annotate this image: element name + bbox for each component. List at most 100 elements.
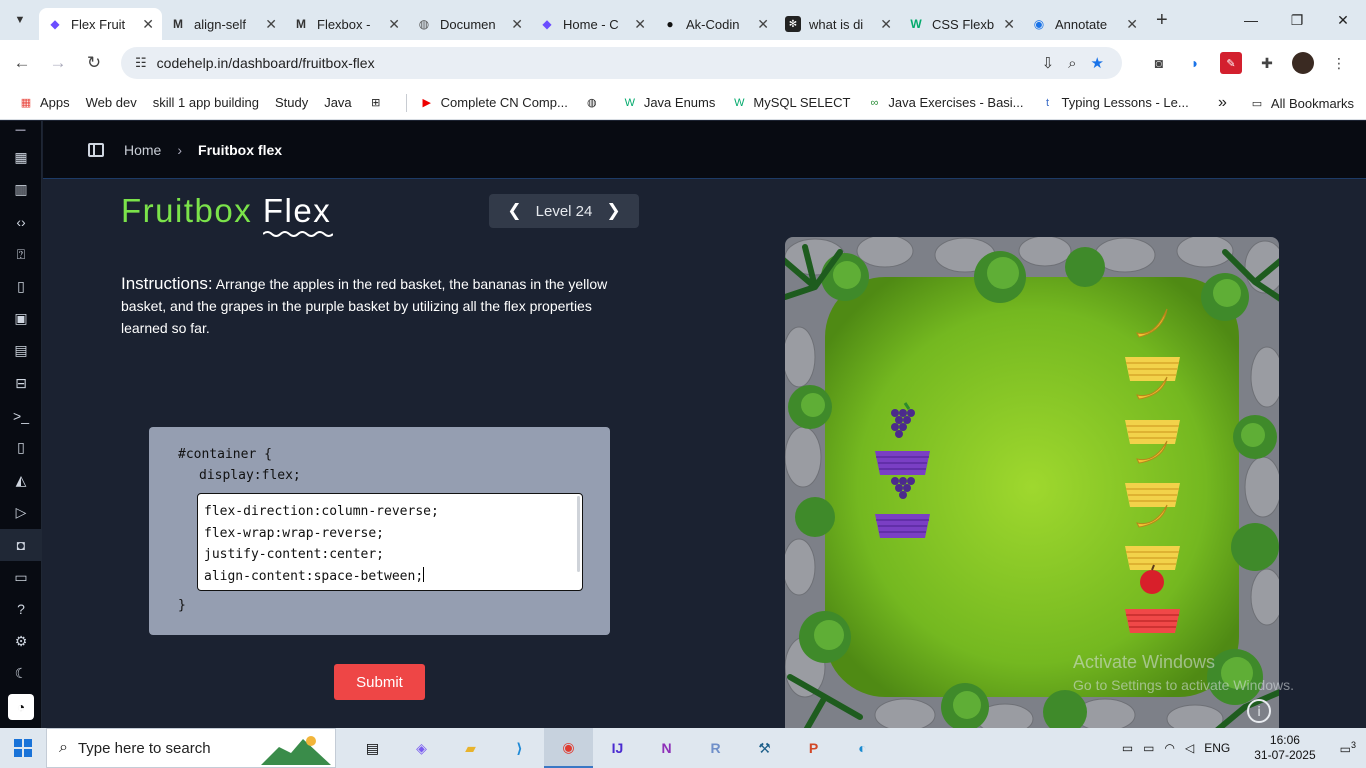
bookmark-folder[interactable]: Java [324, 95, 351, 110]
vscode-icon[interactable]: ⟩ [495, 728, 544, 768]
audio-extension-icon[interactable]: ◗ [1184, 52, 1206, 74]
bookmark-link[interactable]: ◍ [584, 95, 606, 111]
menu-kebab-icon[interactable]: ⋮ [1328, 52, 1350, 74]
task-view-icon[interactable]: ▤ [348, 728, 397, 768]
tab-3[interactable]: ◍ Documen ✕ [408, 8, 531, 40]
bookmark-link[interactable]: W MySQL SELECT [731, 95, 850, 111]
onenote-icon[interactable]: N [642, 728, 691, 768]
code-icon[interactable]: ‹› [0, 206, 42, 238]
video-icon[interactable]: ▷ [0, 496, 42, 528]
book-icon[interactable]: ⊟ [0, 367, 42, 399]
quiz-icon[interactable]: ⍰ [0, 238, 42, 270]
intellij-icon[interactable]: IJ [593, 728, 642, 768]
restore-button[interactable]: ❐ [1274, 0, 1320, 40]
mysql-workbench-icon[interactable]: ⚒ [740, 728, 789, 768]
library-icon[interactable]: ▥ [0, 173, 42, 205]
address-bar[interactable]: ☷ codehelp.in/dashboard/fruitbox-flex ⇩ … [121, 47, 1122, 79]
profile-avatar[interactable] [1292, 52, 1314, 74]
language-indicator[interactable]: ENG [1204, 741, 1230, 755]
close-icon[interactable]: ✕ [265, 16, 277, 33]
tab-search-button[interactable]: ▼ [7, 7, 33, 33]
gamepad-icon[interactable]: ◘ [0, 528, 42, 561]
previous-level-button[interactable]: ❮ [507, 201, 521, 221]
wifi-icon[interactable]: ◠ [1165, 741, 1175, 755]
close-icon[interactable]: ✕ [1126, 16, 1138, 33]
file-explorer-icon[interactable]: ▰ [446, 728, 495, 768]
bookmark-tiles[interactable]: ⊞ [368, 95, 390, 111]
battery-icon[interactable]: ▭ [1143, 741, 1154, 755]
install-app-icon[interactable]: ⇩ [1042, 54, 1055, 72]
bookmark-apps[interactable]: ▦ Apps [18, 95, 70, 111]
briefcase-icon[interactable]: ▣ [0, 302, 42, 334]
minimize-button[interactable]: — [1228, 0, 1274, 40]
tab-5[interactable]: ● Ak-Codin ✕ [654, 8, 777, 40]
tab-8[interactable]: ◉ Annotate ✕ [1023, 8, 1146, 40]
close-icon[interactable]: ✕ [634, 16, 646, 33]
settings-icon[interactable]: ⚙ [0, 625, 42, 657]
terminal-icon[interactable]: >_ [0, 399, 42, 431]
tab-2[interactable]: M Flexbox - ✕ [285, 8, 408, 40]
breadcrumb-home[interactable]: Home [124, 142, 161, 158]
next-level-button[interactable]: ❯ [606, 201, 620, 221]
clipboard-icon[interactable]: ▯ [0, 270, 42, 302]
reload-button[interactable]: ↻ [76, 53, 112, 73]
bookmark-folder[interactable]: Study [275, 95, 308, 110]
globe-icon: ◍ [587, 97, 597, 109]
site-info-icon[interactable]: ☷ [135, 55, 147, 71]
r-icon[interactable]: R [691, 728, 740, 768]
dashboard-icon[interactable]: ▦ [0, 141, 42, 173]
edge-icon[interactable]: ◐ [838, 728, 887, 768]
bookmark-link[interactable]: ∞ Java Exercises - Basi... [866, 95, 1024, 111]
mdn-icon: M [173, 17, 183, 31]
news-icon[interactable]: ▤ [0, 335, 42, 367]
svg-text:i: i [1257, 705, 1261, 720]
notifications-icon[interactable]: ▭3 [1340, 740, 1356, 756]
new-tab-button[interactable]: + [1156, 9, 1168, 32]
graduation-icon[interactable]: ◭ [0, 464, 42, 496]
bookmark-folder[interactable]: Web dev [86, 95, 137, 110]
more-bookmarks-icon[interactable]: » [1218, 94, 1227, 112]
zoom-icon[interactable]: ⌕ [1068, 55, 1076, 72]
start-button[interactable] [0, 739, 46, 757]
close-icon[interactable]: ✕ [880, 16, 892, 33]
sidebar-toggle-icon[interactable] [88, 142, 104, 157]
editor-scrollbar[interactable] [577, 496, 580, 572]
notes-icon[interactable]: ▯ [0, 432, 42, 464]
pdf-extension-icon[interactable]: ✎ [1220, 52, 1242, 74]
css-editor[interactable]: flex-direction:column-reverse; flex-wrap:… [197, 493, 583, 591]
chat-icon[interactable]: ▭ [0, 561, 42, 593]
taskbar-search[interactable]: ⌕ Type here to search [46, 728, 336, 768]
tile-grid-icon: ⊞ [371, 97, 381, 109]
bookmark-star-icon[interactable]: ★ [1091, 54, 1104, 72]
tab-6[interactable]: ✻ what is di ✕ [777, 8, 900, 40]
powerpoint-icon[interactable]: P [789, 728, 838, 768]
close-window-button[interactable]: ✕ [1320, 0, 1366, 40]
camera-icon[interactable]: ◙ [1148, 52, 1170, 74]
back-button[interactable]: ← [4, 53, 40, 73]
close-icon[interactable]: ✕ [1003, 16, 1015, 33]
tab-1[interactable]: M align-self ✕ [162, 8, 285, 40]
close-icon[interactable]: ✕ [511, 16, 523, 33]
tab-4[interactable]: ◆ Home - C ✕ [531, 8, 654, 40]
extensions-icon[interactable]: ✚ [1256, 52, 1278, 74]
tab-7[interactable]: W CSS Flexb ✕ [900, 8, 1023, 40]
bookmark-folder[interactable]: skill 1 app building [153, 95, 259, 110]
help-icon[interactable]: ? [0, 593, 42, 625]
bookmark-link[interactable]: ▶ Complete CN Comp... [419, 95, 567, 111]
theme-icon[interactable]: ☾ [0, 658, 42, 690]
meet-now-icon[interactable]: ▭ [1122, 741, 1133, 755]
chrome-icon[interactable]: ◉ [544, 728, 593, 768]
user-icon[interactable]: ◔ [8, 694, 34, 721]
all-bookmarks[interactable]: ▭ All Bookmarks [1249, 95, 1354, 111]
tab-0[interactable]: ◆ Flex Fruit ✕ [39, 8, 162, 40]
close-icon[interactable]: ✕ [388, 16, 400, 33]
forward-button[interactable]: → [40, 53, 76, 73]
close-icon[interactable]: ✕ [142, 16, 154, 33]
volume-icon[interactable]: ◁ [1185, 741, 1194, 755]
clock[interactable]: 16:06 31-07-2025 [1254, 733, 1315, 763]
submit-button[interactable]: Submit [334, 664, 425, 700]
copilot-icon[interactable]: ◈ [397, 728, 446, 768]
bookmark-link[interactable]: t Typing Lessons - Le... [1040, 95, 1189, 111]
close-icon[interactable]: ✕ [757, 16, 769, 33]
bookmark-link[interactable]: W Java Enums [622, 95, 716, 111]
